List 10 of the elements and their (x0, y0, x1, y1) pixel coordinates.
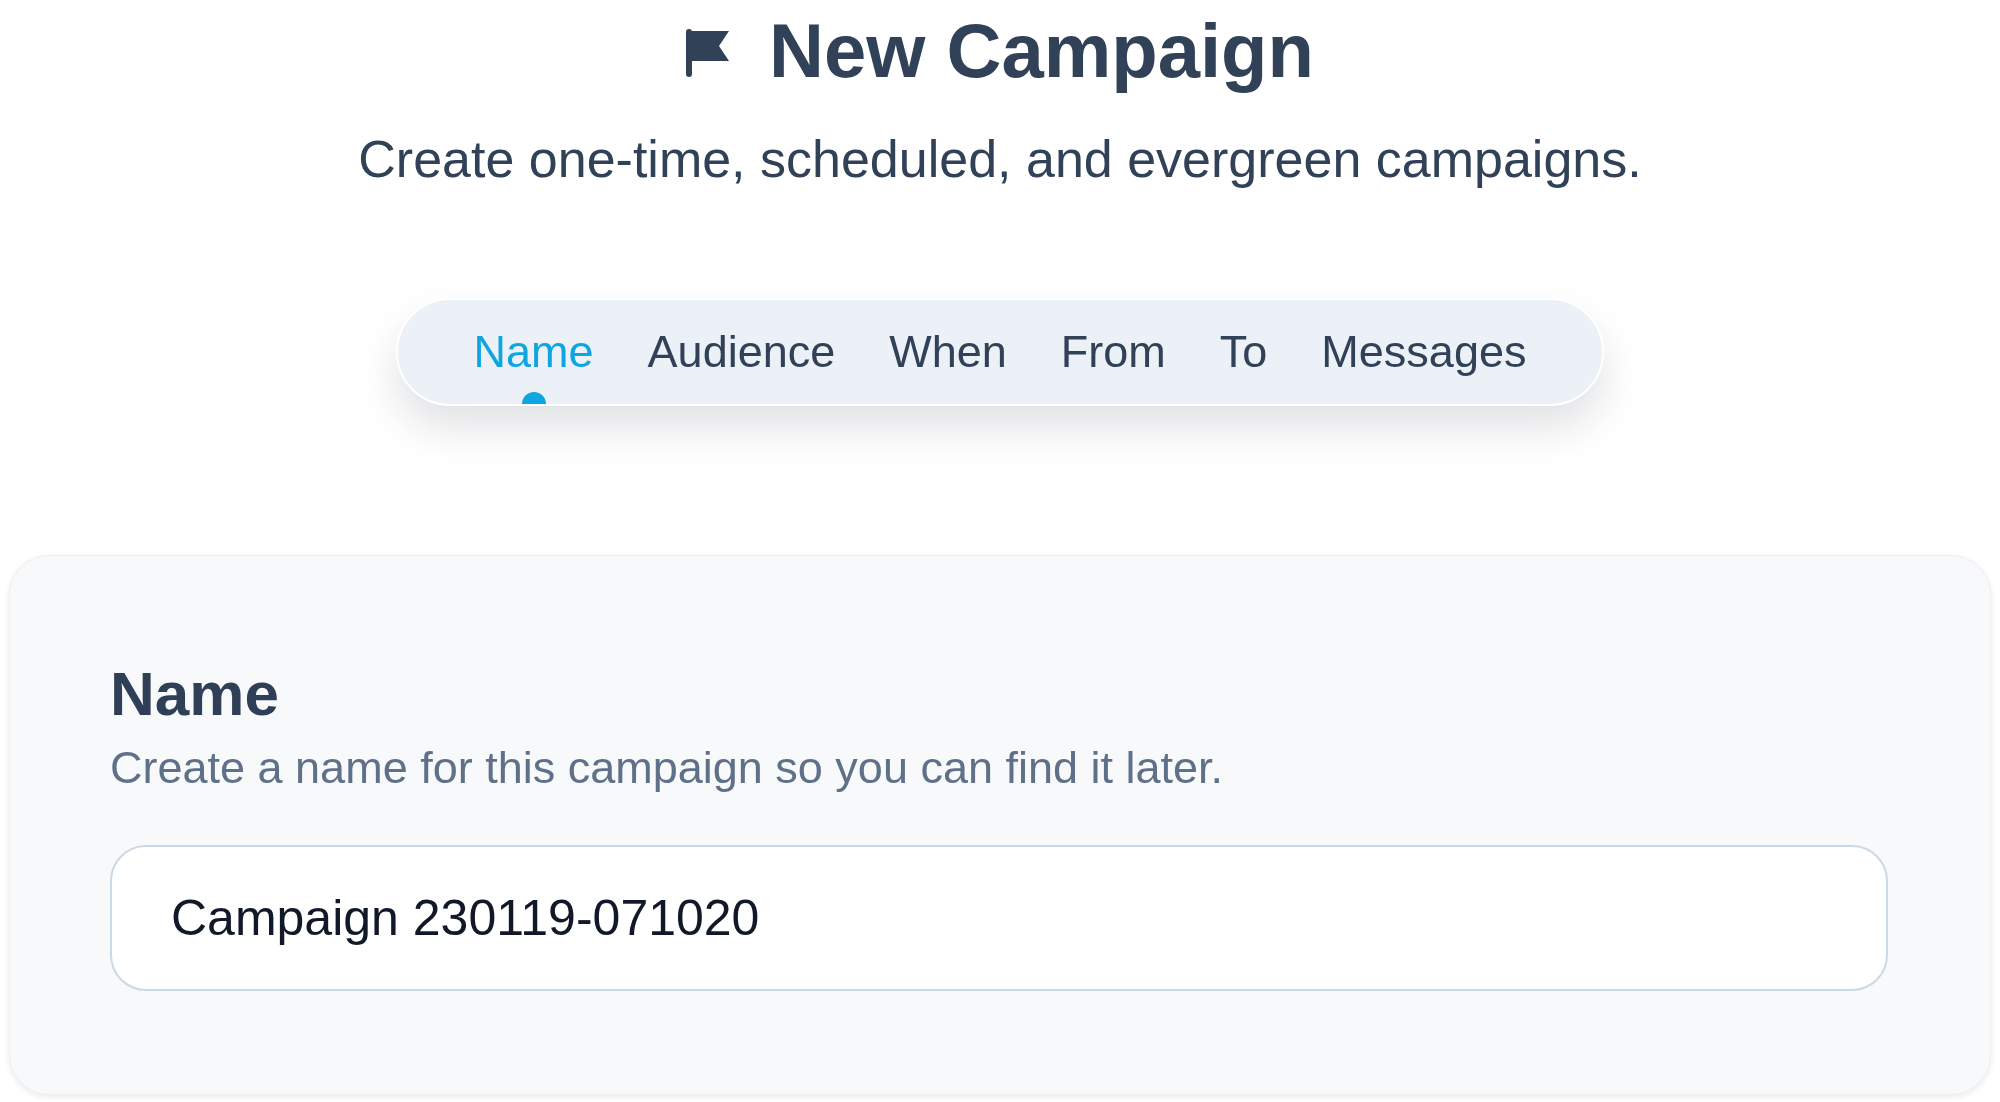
section-description: Create a name for this campaign so you can find it later. (110, 741, 1224, 795)
name-input[interactable]: Campaign 230119-071020 (110, 845, 1888, 991)
section-heading: Name (110, 658, 279, 730)
tab[interactable]: When (889, 300, 1007, 404)
flag-icon (686, 29, 731, 77)
tab[interactable]: From (1060, 300, 1166, 404)
tab[interactable]: To (1219, 300, 1268, 404)
tab[interactable]: Audience (647, 300, 836, 404)
page-subtitle: Create one-time, scheduled, and evergreen campaigns. (358, 129, 1642, 190)
tab[interactable]: Messages (1321, 300, 1527, 404)
